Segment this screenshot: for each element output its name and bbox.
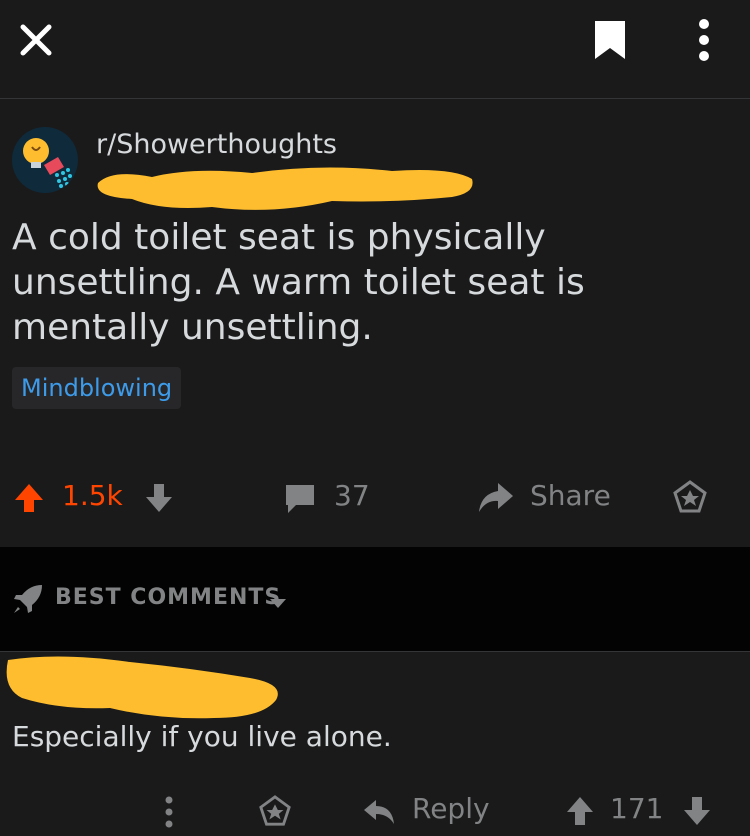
redaction-mark <box>6 656 278 719</box>
upvote-icon[interactable] <box>564 794 596 832</box>
post-actions: 1.5k 37 Share <box>0 469 750 525</box>
rocket-icon <box>12 583 46 619</box>
lightbulb-shower-icon[interactable] <box>12 127 78 193</box>
share-button[interactable]: Share <box>530 479 611 512</box>
upvote-icon[interactable] <box>12 481 46 515</box>
more-vertical-icon[interactable] <box>688 14 720 66</box>
reply-icon[interactable] <box>362 796 396 830</box>
post-flair[interactable]: Mindblowing <box>12 367 182 409</box>
comment-actions: Reply 171 <box>0 790 750 836</box>
downvote-icon[interactable] <box>144 481 174 515</box>
chevron-down-icon[interactable] <box>268 594 288 613</box>
comment-count[interactable]: 37 <box>334 479 370 512</box>
comments-sort-bar[interactable]: BEST COMMENTS <box>0 547 750 652</box>
comment: Especially if you live alone. Reply 171 <box>0 652 750 836</box>
award-icon[interactable] <box>258 794 292 832</box>
redaction-mark <box>97 167 473 210</box>
post: r/Showerthoughts A cold toilet seat is p… <box>0 99 750 547</box>
comment-body: Especially if you live alone. <box>12 720 392 753</box>
more-vertical-icon[interactable] <box>164 796 174 832</box>
subreddit-name[interactable]: r/Showerthoughts <box>96 129 337 160</box>
comment-icon[interactable] <box>282 481 318 515</box>
award-icon[interactable] <box>672 479 708 515</box>
comment-score: 171 <box>610 792 664 825</box>
bookmark-icon[interactable] <box>590 16 630 64</box>
reply-button[interactable]: Reply <box>412 792 490 825</box>
top-bar <box>0 0 750 99</box>
post-score: 1.5k <box>62 479 123 512</box>
sort-label[interactable]: BEST COMMENTS <box>55 585 281 610</box>
close-icon[interactable] <box>14 18 58 62</box>
downvote-icon[interactable] <box>682 794 712 832</box>
share-icon[interactable] <box>476 479 516 515</box>
post-title: A cold toilet seat is physically unsettl… <box>12 217 585 348</box>
